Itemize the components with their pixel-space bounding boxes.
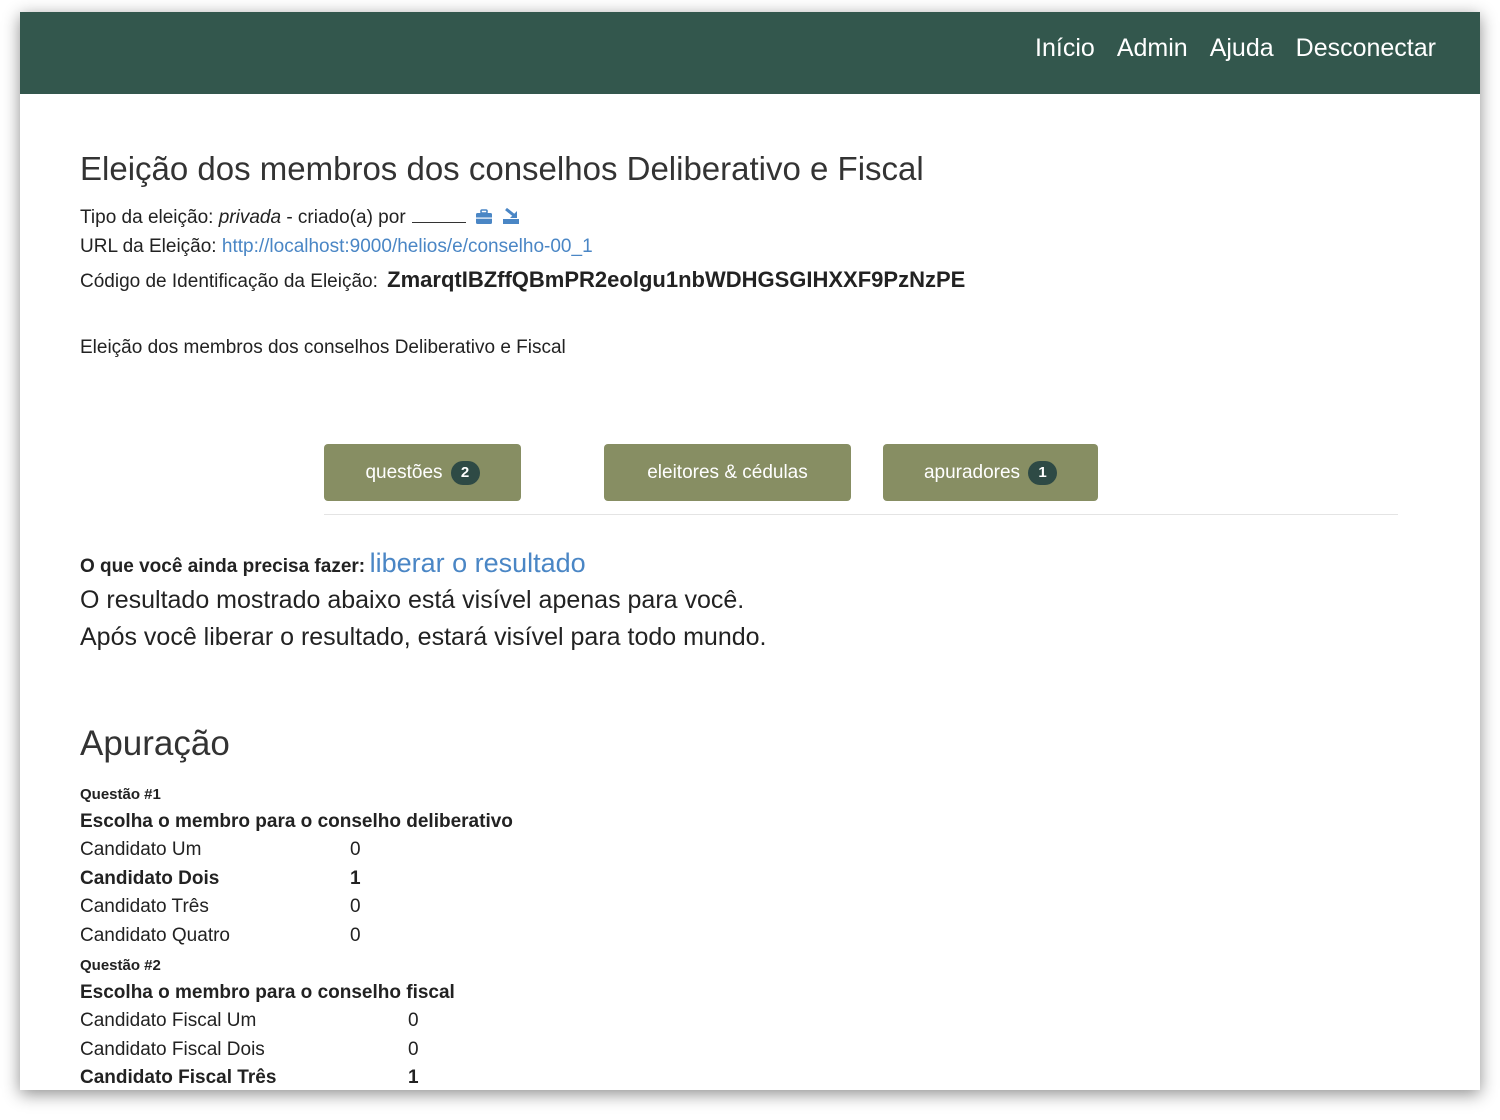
answer-name: Candidato Dois: [80, 867, 220, 889]
answer-count: 1: [350, 867, 361, 889]
release-result-link[interactable]: liberar o resultado: [370, 548, 586, 578]
election-url-line: URL da Eleição: http://localhost:9000/he…: [80, 236, 593, 258]
answer-name: Candidato Fiscal Dois: [80, 1038, 265, 1060]
election-url-label: URL da Eleição:: [80, 236, 217, 257]
answer-count: 0: [408, 1010, 419, 1031]
tab-trustees-label: apuradores: [923, 461, 1021, 483]
election-type-label: Tipo da eleição:: [80, 207, 214, 228]
nav-links: Início Admin Ajuda Desconectar: [1035, 32, 1436, 64]
answer-count: 0: [350, 924, 361, 946]
tab-voters-ballots[interactable]: eleitores & cédulas: [604, 444, 851, 501]
election-type-line: Tipo da eleição: privada - criado(a) por: [80, 207, 520, 231]
questions-count-badge: 2: [450, 460, 480, 485]
tabs-divider: [324, 514, 1398, 515]
tally-title: Apuração: [80, 724, 230, 763]
tab-questions-label: questões: [365, 461, 443, 483]
question-text: Escolha o membro para o conselho deliber…: [80, 811, 513, 832]
answer-count: 0: [408, 1038, 419, 1060]
tab-questions[interactable]: questões 2: [324, 444, 521, 501]
tab-trustees[interactable]: apuradores 1: [883, 444, 1098, 501]
todo-line: O que você ainda precisa fazer: liberar …: [80, 548, 586, 579]
election-url-link[interactable]: http://localhost:9000/helios/e/conselho-…: [222, 236, 593, 257]
answer-name: Candidato Um: [80, 839, 202, 860]
election-code-line: Código de Identificação da Eleição: Zmar…: [80, 267, 965, 293]
created-by-label: - criado(a) por: [286, 207, 406, 228]
creator-name-blank: [411, 208, 466, 223]
answer-name: Candidato Três: [80, 896, 209, 918]
nav-admin-link[interactable]: Admin: [1117, 32, 1188, 64]
election-description: Eleição dos membros dos conselhos Delibe…: [80, 337, 566, 358]
answer-count: 0: [350, 839, 361, 860]
browser-window: Início Admin Ajuda Desconectar Eleição d…: [20, 12, 1480, 1090]
nav-logout-link[interactable]: Desconectar: [1296, 32, 1436, 64]
answer-name: Candidato Quatro: [80, 924, 230, 946]
page-title: Eleição dos membros dos conselhos Delibe…: [80, 150, 924, 187]
answer-name: Candidato Fiscal Um: [80, 1010, 257, 1031]
question-number: Questão #1: [80, 786, 161, 803]
trustees-count-badge: 1: [1028, 460, 1058, 485]
todo-label: O que você ainda precisa fazer:: [80, 556, 366, 577]
answer-count: 0: [350, 896, 361, 918]
nav-help-link[interactable]: Ajuda: [1210, 32, 1274, 64]
question-number: Questão #2: [80, 957, 161, 974]
answer-count: 1: [408, 1067, 419, 1089]
briefcase-icon[interactable]: [475, 209, 493, 231]
election-type-value: privada: [218, 207, 282, 228]
election-code-value: ZmarqtIBZffQBmPR2eolgu1nbWDHGSGIHXXF9PzN…: [387, 267, 966, 292]
nav-home-link[interactable]: Início: [1035, 32, 1095, 64]
download-icon[interactable]: [502, 207, 520, 231]
answer-name: Candidato Fiscal Três: [80, 1067, 277, 1089]
result-visibility-notice: O resultado mostrado abaixo está visível…: [80, 586, 745, 614]
tab-voters-label: eleitores & cédulas: [647, 461, 808, 483]
result-release-notice: Após você liberar o resultado, estará vi…: [80, 623, 767, 651]
election-code-label: Código de Identificação da Eleição:: [80, 271, 378, 292]
top-navbar: Início Admin Ajuda Desconectar: [20, 12, 1480, 94]
question-text: Escolha o membro para o conselho fiscal: [80, 982, 455, 1003]
